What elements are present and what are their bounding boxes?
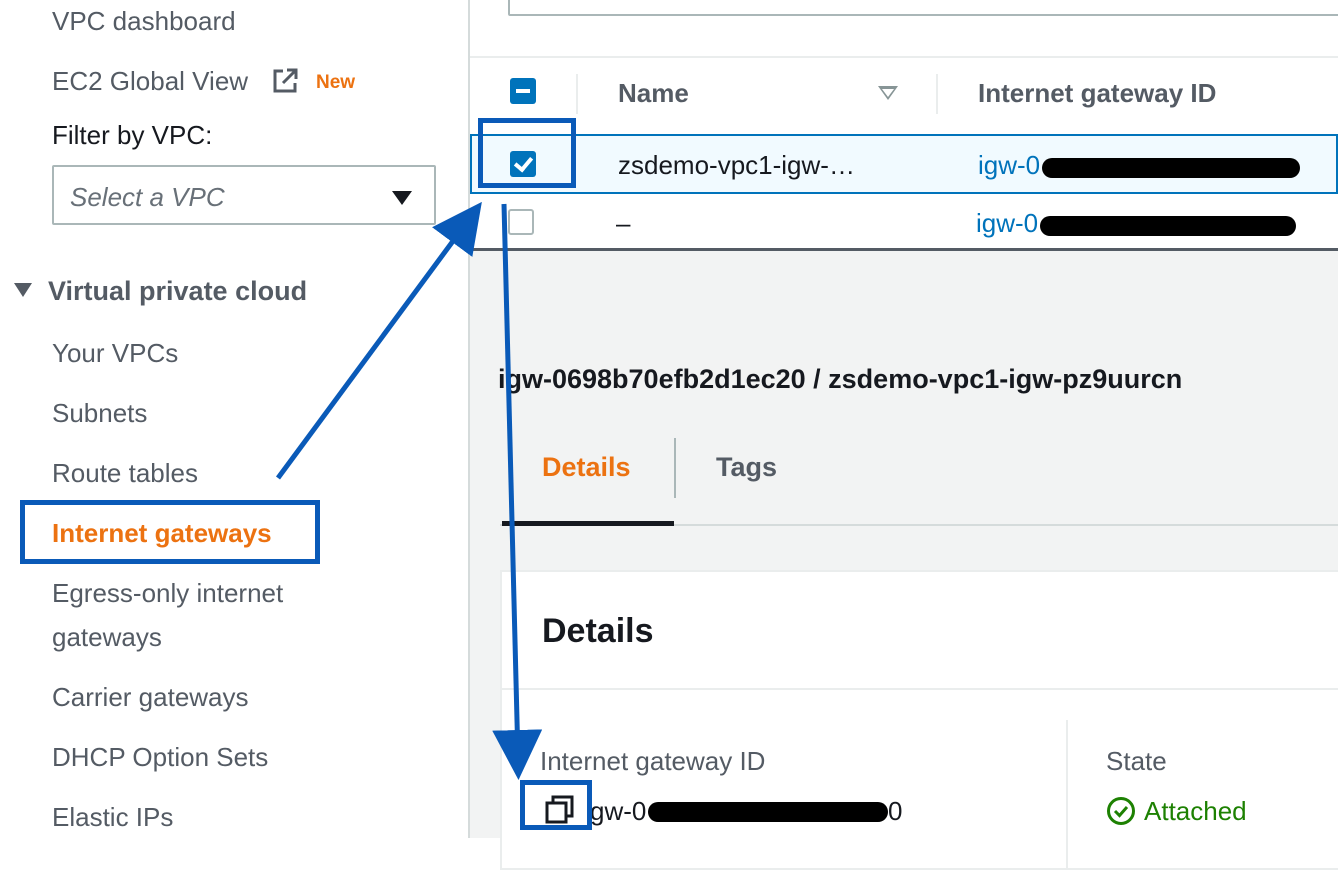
sidebar-item-dhcp-option-sets[interactable]: DHCP Option Sets — [52, 742, 268, 772]
column-header-igw-id[interactable]: Internet gateway ID — [978, 78, 1216, 109]
redaction-bar — [648, 802, 888, 822]
sidebar-item-subnets[interactable]: Subnets — [52, 398, 147, 428]
sidebar-item-your-vpcs[interactable]: Your VPCs — [52, 338, 178, 368]
vpc-select-placeholder: Select a VPC — [70, 182, 225, 212]
vpc-select[interactable]: Select a VPC — [52, 165, 436, 225]
sidebar-item-egress-only-internet-gateways[interactable]: Egress-only internet — [52, 578, 283, 608]
row-igw-id-link[interactable]: igw-0 — [976, 208, 1038, 239]
success-check-icon — [1107, 797, 1135, 825]
tab-details[interactable]: Details — [542, 452, 631, 483]
field-column-separator — [1066, 720, 1068, 870]
sidebar-item-carrier-gateways[interactable]: Carrier gateways — [52, 682, 249, 712]
detail-title: igw-0698b70efb2d1ec20 / zsdemo-vpc1-igw-… — [498, 364, 1183, 394]
table-row[interactable]: – igw-0 — [470, 194, 1338, 254]
sidebar-item-elastic-ips[interactable]: Elastic IPs — [52, 802, 173, 832]
column-header-name[interactable]: Name — [618, 78, 689, 109]
active-tab-underline — [502, 521, 674, 526]
main-content: Name Internet gateway ID zsdemo-vpc1-igw… — [470, 0, 1338, 870]
igw-id-value: gw-0 — [590, 796, 647, 826]
column-separator — [936, 74, 938, 114]
caret-down-icon — [392, 191, 412, 205]
sidebar-item-egress-only-line2[interactable]: gateways — [52, 622, 162, 652]
column-separator — [576, 74, 578, 114]
sidebar: VPC dashboard EC2 Global View New Filter… — [0, 0, 470, 838]
section-virtual-private-cloud[interactable]: Virtual private cloud — [14, 276, 307, 307]
igw-id-label: Internet gateway ID — [540, 746, 766, 776]
new-badge: New — [316, 72, 356, 93]
table-header: Name Internet gateway ID — [470, 56, 1338, 132]
search-input[interactable] — [508, 0, 1338, 16]
redaction-bar — [1042, 158, 1300, 178]
select-all-checkbox[interactable] — [510, 78, 536, 104]
tab-separator — [674, 438, 676, 498]
state-value: Attached — [1144, 796, 1247, 826]
state-label: State — [1106, 746, 1167, 776]
card-divider — [502, 688, 1338, 690]
filter-by-vpc-label: Filter by VPC: — [52, 120, 213, 150]
redaction-bar — [1040, 216, 1296, 236]
sort-icon[interactable] — [878, 86, 898, 100]
annotation-highlight-row-checkbox — [478, 118, 576, 188]
row-name: – — [616, 208, 631, 238]
external-link-icon[interactable] — [270, 66, 300, 96]
igw-id-value-tail: 0 — [888, 796, 903, 826]
annotation-highlight-copy-icon — [520, 780, 592, 830]
collapse-triangle-icon — [14, 282, 32, 297]
table-row[interactable]: zsdemo-vpc1-igw-… igw-0 — [470, 134, 1338, 194]
igw-table: Name Internet gateway ID zsdemo-vpc1-igw… — [470, 0, 1338, 254]
row-igw-id-link[interactable]: igw-0 — [978, 150, 1040, 181]
sidebar-item-route-tables[interactable]: Route tables — [52, 458, 198, 488]
card-title: Details — [542, 612, 654, 650]
section-title: Virtual private cloud — [48, 276, 308, 306]
details-card: Details Internet gateway ID gw-0 0 State… — [500, 570, 1338, 870]
split-panel-divider[interactable] — [470, 248, 1338, 251]
sidebar-item-ec2-global-view[interactable]: EC2 Global View — [52, 66, 248, 96]
sidebar-item-vpc-dashboard[interactable]: VPC dashboard — [52, 6, 236, 36]
tab-tags[interactable]: Tags — [716, 452, 777, 483]
annotation-highlight-internet-gateways — [20, 500, 320, 564]
row-checkbox[interactable] — [508, 209, 534, 235]
row-name: zsdemo-vpc1-igw-… — [618, 150, 855, 180]
